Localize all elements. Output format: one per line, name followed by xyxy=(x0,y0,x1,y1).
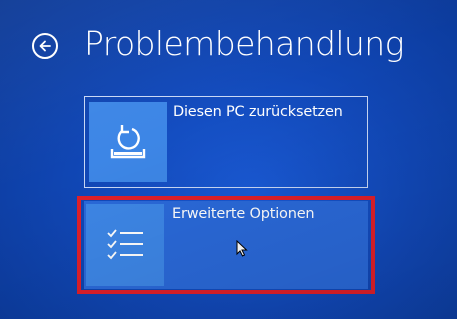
reset-pc-label: Diesen PC zurücksetzen xyxy=(173,104,343,120)
advanced-options-tile[interactable]: Erweiterte Optionen xyxy=(84,201,368,289)
back-arrow-icon xyxy=(39,40,51,52)
tile-icon-box xyxy=(86,204,164,286)
reset-pc-tile[interactable]: Diesen PC zurücksetzen xyxy=(84,96,368,188)
checklist-icon xyxy=(107,229,143,260)
page-title: Problembehandlung xyxy=(84,24,404,63)
tile-icon-box xyxy=(89,102,167,182)
recovery-screen: Problembehandlung Diesen PC zurücksetzen… xyxy=(0,0,457,319)
reset-pc-icon xyxy=(110,125,146,159)
mouse-cursor-icon xyxy=(236,240,248,257)
back-button[interactable] xyxy=(32,33,58,59)
advanced-options-label: Erweiterte Optionen xyxy=(172,206,315,222)
